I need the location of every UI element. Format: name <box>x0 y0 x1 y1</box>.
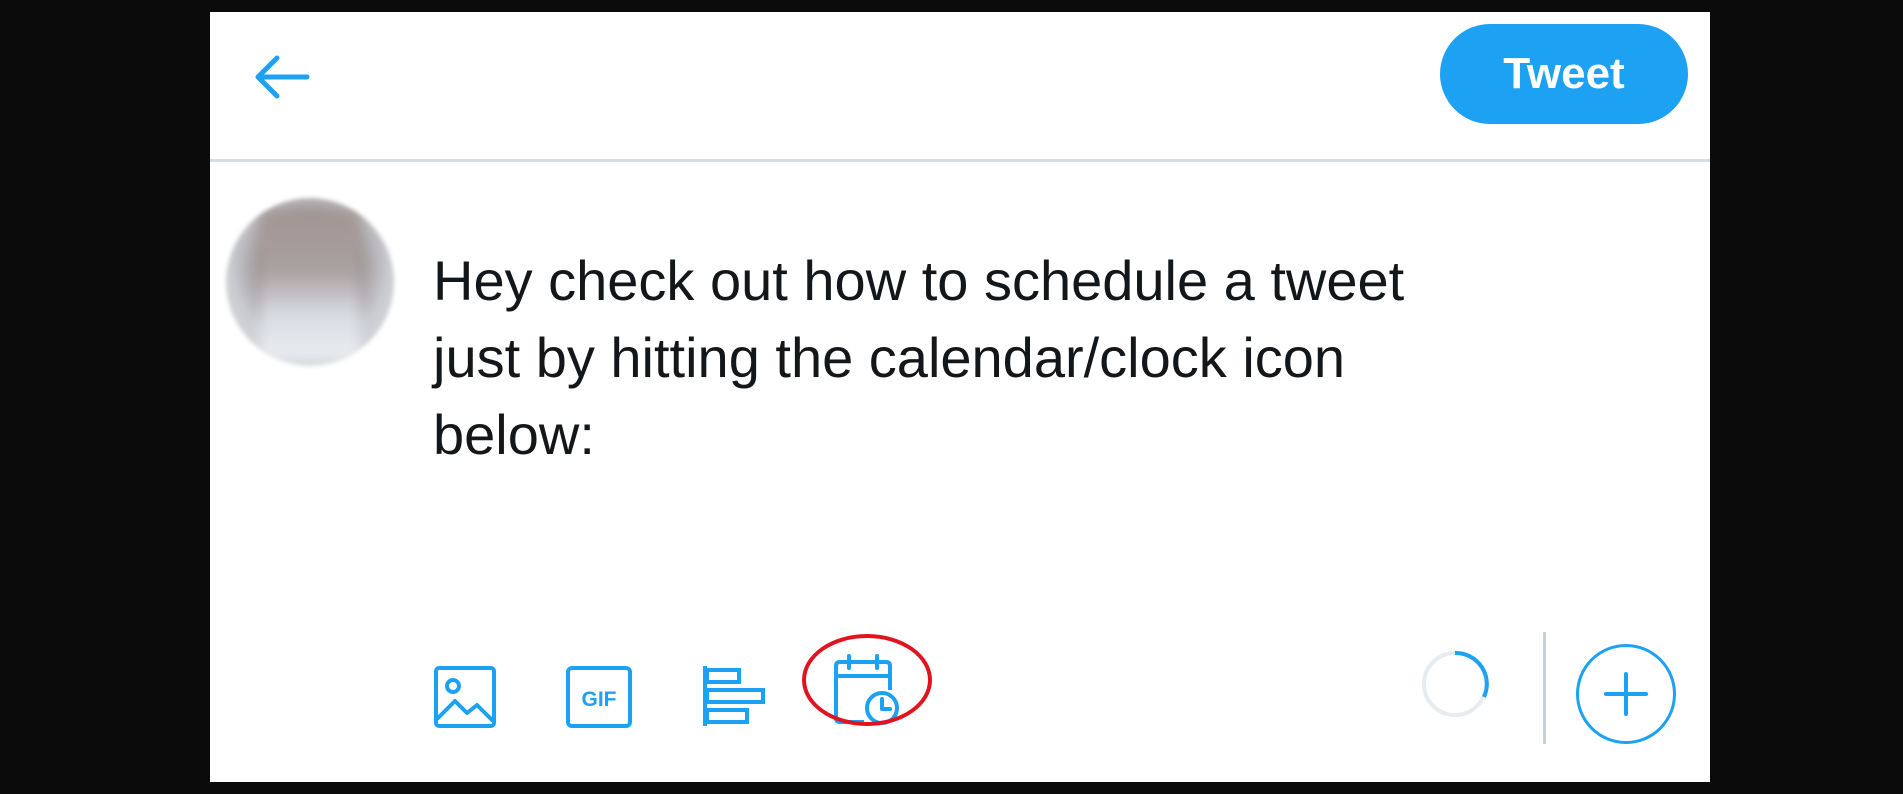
add-thread-button[interactable] <box>1576 644 1676 744</box>
avatar-image <box>260 210 360 360</box>
add-gif-button[interactable]: GIF <box>565 664 633 730</box>
arrow-left-icon <box>255 55 310 99</box>
gif-label: GIF <box>582 688 617 711</box>
plus-icon <box>1604 672 1648 716</box>
poll-icon <box>703 666 765 726</box>
character-counter <box>1420 649 1490 719</box>
tweet-text-input[interactable]: Hey check out how to schedule a tweet ju… <box>433 242 1613 473</box>
compose-header: Tweet <box>210 12 1710 162</box>
toolbar-divider <box>1543 632 1546 744</box>
gif-icon: GIF <box>566 666 632 728</box>
add-poll-button[interactable] <box>700 662 768 730</box>
tweet-compose-screen: Tweet Hey check out how to schedule a tw… <box>210 12 1710 782</box>
progress-ring-icon <box>1422 650 1489 717</box>
schedule-highlight-circle <box>802 634 932 726</box>
image-icon <box>434 666 496 728</box>
tweet-button[interactable]: Tweet <box>1440 24 1688 124</box>
add-image-button[interactable] <box>432 664 498 730</box>
back-button[interactable] <box>246 42 316 112</box>
avatar[interactable] <box>226 198 394 366</box>
